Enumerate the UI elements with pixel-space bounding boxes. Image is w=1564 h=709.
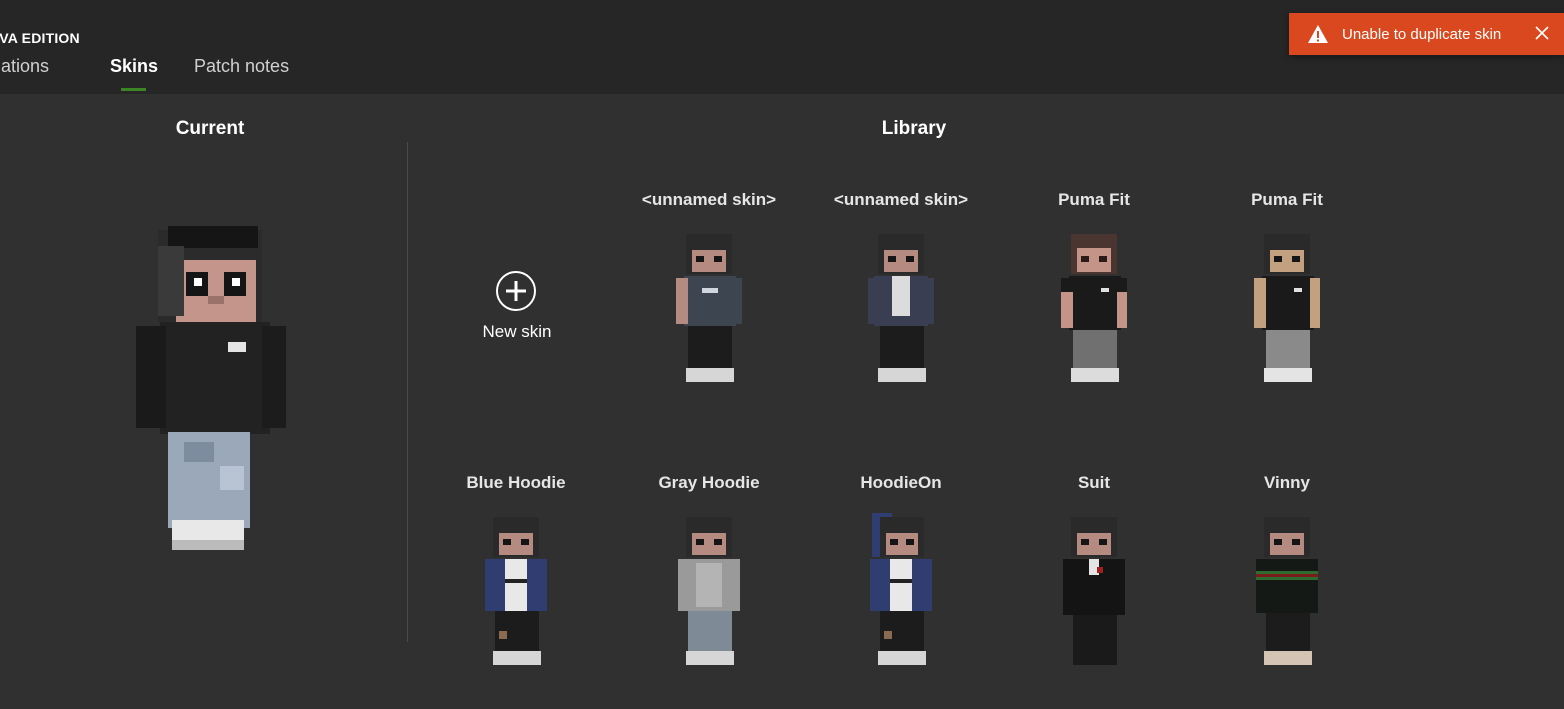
- tab-skins[interactable]: Skins: [110, 56, 158, 77]
- skin-thumbnail: [868, 234, 934, 382]
- skin-thumbnail: [1063, 517, 1125, 665]
- current-title: Current: [175, 118, 245, 139]
- skin-card-hoodieon[interactable]: HoodieOn: [806, 473, 996, 703]
- skin-name: <unnamed skin>: [833, 190, 969, 209]
- skin-name: Suit: [1077, 473, 1111, 492]
- skin-name: Puma Fit: [1251, 190, 1323, 209]
- toast-message: Unable to duplicate skin: [1342, 25, 1502, 43]
- current-skin-preview: [136, 226, 286, 550]
- plus-circle-icon: [496, 271, 536, 311]
- library-title: Library: [881, 118, 947, 139]
- skin-thumbnail: [485, 517, 547, 665]
- skin-name: Gray Hoodie: [658, 473, 760, 492]
- warning-icon: [1308, 25, 1328, 43]
- tab-installations[interactable]: tallations: [0, 56, 49, 77]
- edition-title: AVA EDITION: [0, 30, 80, 46]
- skin-name: Vinny: [1264, 473, 1310, 492]
- skin-name: <unnamed skin>: [641, 190, 777, 209]
- skin-name: Puma Fit: [1058, 190, 1130, 209]
- skin-card-blue-hoodie[interactable]: Blue Hoodie: [421, 473, 611, 703]
- close-icon[interactable]: [1534, 25, 1550, 41]
- skin-thumbnail: [676, 234, 742, 382]
- skin-thumbnail: [1061, 234, 1127, 382]
- skin-card-vinny[interactable]: Vinny: [1192, 473, 1382, 703]
- skin-thumbnail: [678, 517, 740, 665]
- skin-name: HoodieOn: [860, 473, 942, 492]
- skin-thumbnail: [870, 513, 932, 665]
- section-divider: [407, 142, 408, 642]
- skin-card-unnamed-1[interactable]: <unnamed skin>: [614, 190, 804, 420]
- skin-card-unnamed-2[interactable]: <unnamed skin>: [806, 190, 996, 420]
- skin-card-puma-fit-2[interactable]: Puma Fit: [1192, 190, 1382, 420]
- skin-card-puma-fit-1[interactable]: Puma Fit: [999, 190, 1189, 420]
- skin-name: Blue Hoodie: [466, 473, 566, 492]
- tab-patch-notes[interactable]: Patch notes: [194, 56, 289, 77]
- active-tab-indicator: [121, 88, 146, 91]
- skin-thumbnail: [1256, 517, 1318, 665]
- new-skin-label: New skin: [482, 322, 552, 341]
- skin-card-suit[interactable]: Suit: [999, 473, 1189, 703]
- error-toast: Unable to duplicate skin: [1289, 13, 1564, 55]
- new-skin-button[interactable]: New skin: [462, 268, 572, 354]
- skin-thumbnail: [1254, 234, 1320, 382]
- skin-card-gray-hoodie[interactable]: Gray Hoodie: [614, 473, 804, 703]
